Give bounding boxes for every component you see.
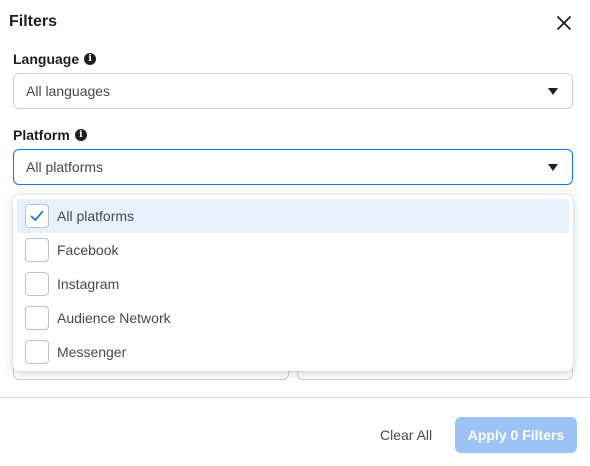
language-label: Language i [13,51,97,67]
option-label: Facebook [57,242,119,258]
platform-select-value: All platforms [26,159,104,175]
info-icon[interactable]: i [74,129,87,141]
option-label: All platforms [57,208,135,224]
close-button[interactable] [553,12,575,34]
platform-option-facebook[interactable]: Facebook [17,233,569,267]
footer-divider [0,397,590,398]
option-checkbox[interactable] [25,306,49,330]
dialog-title: Filters [9,13,58,30]
language-label-text: Language [13,51,80,67]
apply-filters-button[interactable]: Apply 0 Filters [455,417,577,453]
platform-label: Platform i [13,127,87,143]
checkmark-icon [30,210,44,221]
option-checkbox[interactable] [25,238,49,262]
option-label: Audience Network [57,310,171,326]
language-select-value: All languages [26,83,111,99]
option-label: Instagram [57,276,120,292]
platform-option-all[interactable]: All platforms [17,199,569,233]
option-label: Messenger [57,344,127,360]
caret-down-icon [548,164,558,171]
dialog-header: Filters [0,0,590,44]
clear-all-button[interactable]: Clear All [368,418,444,452]
platform-dropdown-menu: All platforms Facebook Instagram Audienc… [13,195,573,371]
close-icon [557,16,571,30]
platform-option-instagram[interactable]: Instagram [17,267,569,301]
option-checkbox[interactable] [25,204,49,228]
info-icon[interactable]: i [84,53,97,65]
platform-option-audience-network[interactable]: Audience Network [17,301,569,335]
caret-down-icon [548,88,558,95]
platform-select[interactable]: All platforms [13,149,573,185]
option-checkbox[interactable] [25,272,49,296]
platform-option-messenger[interactable]: Messenger [17,335,569,369]
platform-label-text: Platform [13,127,70,143]
option-checkbox[interactable] [25,340,49,364]
language-select[interactable]: All languages [13,73,573,109]
